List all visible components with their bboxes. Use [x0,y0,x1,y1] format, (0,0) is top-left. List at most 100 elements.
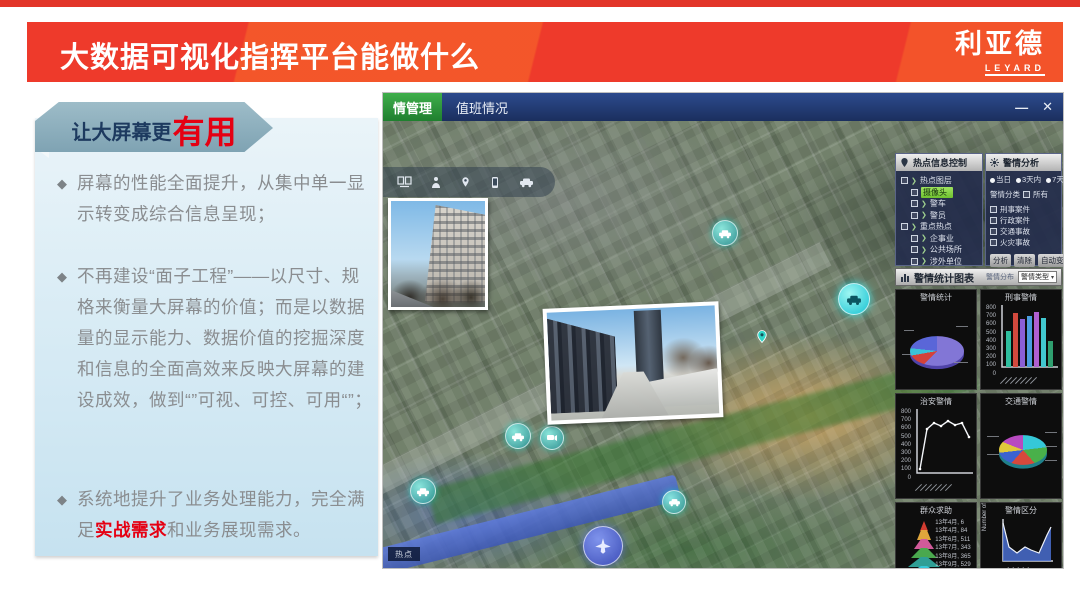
slide-title-bar: 大数据可视化指挥平台能做什么 利亚德 LEYARD [27,22,1063,82]
radio-label: 当日 [996,175,1011,184]
chart-tile-public-assistance[interactable]: 群众求助 13年4月, 6 13年4月, 84 13年6月, 511 13年7月… [895,502,977,568]
tree-item-foreign-units[interactable]: ❯涉外单位 [901,256,979,268]
gis-app-window: 情管理 值班情况 — ✕ [383,93,1063,568]
bar-chart-icon [900,273,910,282]
checkbox-icon[interactable] [911,235,918,242]
banner-prefix-text: 让大屏幕更 [71,118,171,148]
bullet-3-red: 实战需求 [95,520,167,540]
radio-today[interactable]: 当日 [990,174,1011,185]
alert-analysis-panel: 警情分析 当日 3天内 7天内 警情分类 所有 刑事案件 行政案件 交 [985,153,1062,266]
location-pin-icon[interactable] [460,175,471,189]
checkbox-icon[interactable] [911,258,918,265]
map-pin-marker[interactable] [756,329,768,349]
chart-tile-security-alerts[interactable]: 治安警情 800 700 600 500 400 300 200 100 0 [895,393,977,499]
leyard-logo: 利亚德 LEYARD [955,30,1045,76]
tree-label: 企事业 [930,233,954,244]
tree-label: 警员 [930,210,946,221]
chart-type-dropdown[interactable]: 警情类型 ▾ [1018,271,1057,283]
tree-item-public-places[interactable]: ❯公共场所 [901,244,979,256]
patrol-car-icon[interactable] [519,176,534,188]
street-photo-inset-center[interactable] [543,301,724,425]
analysis-panel-title: 警情分析 [1003,156,1039,169]
radio-3days[interactable]: 3天内 [1016,174,1041,185]
check-criminal-cases[interactable]: 刑事案件 [990,204,1058,215]
map-marker-highlight[interactable] [838,283,870,315]
tree-item-key-hotspots[interactable]: ❯重点热点 [901,221,979,233]
chart-tile-traffic-alerts[interactable]: 交通警情 [980,393,1062,499]
bullet-3-text: 系统地提升了业务处理能力，完全满足实战需求和业务展现需求。 [77,484,373,546]
analyze-button[interactable]: 分析 [990,254,1011,267]
auto-switch-button[interactable]: 自动变换 [1038,254,1063,267]
diamond-bullet-icon: ◆ [57,484,67,546]
bullet-item-1: ◆ 屏幕的性能全面提升，从集中单一显示转变成综合信息呈现； [57,168,387,230]
chevron-down-icon: ❯ [921,234,927,242]
check-fire-accidents[interactable]: 火灾事故 [990,237,1058,248]
map-marker-patrol-car[interactable] [505,423,531,449]
chevron-down-icon: ❯ [921,211,927,219]
checkbox-icon[interactable] [901,223,908,230]
tab-duty-status-label: 值班情况 [456,98,508,117]
checkbox-icon [990,217,997,224]
map-marker-patrol-car[interactable] [712,220,738,246]
y-axis-ticks: 800 700 600 500 400 300 200 100 0 [899,408,911,482]
window-controls: — ✕ [1015,93,1053,121]
tile-title: 交通警情 [981,396,1061,407]
donut-chart [999,435,1047,465]
street-photo-center-image [547,305,720,420]
charts-panel-header: 警情统计图表 警情分布 警情类型 ▾ [895,268,1062,286]
map-marker-aircraft[interactable] [583,526,623,566]
filter-label: 警情分类 [990,189,1020,200]
checkbox-icon [990,206,997,213]
close-button[interactable]: ✕ [1042,99,1053,115]
hotspot-icon [900,158,909,167]
bullet-1-text: 屏幕的性能全面提升，从集中单一显示转变成综合信息呈现； [77,168,373,230]
tab-alert-management-label: 情管理 [393,98,432,117]
line-chart [913,407,975,483]
map-marker-camera[interactable] [540,426,564,450]
checkbox-icon[interactable] [911,189,918,196]
city-3d-map[interactable]: 热点 热点信息控制 ❯热点图层 摄像头 ❯警车 ❯警员 ❯重点热点 ❯企事业 ❯… [383,121,1063,568]
tree-label: 涉外单位 [930,256,962,267]
tree-label: 摄像头 [921,187,953,198]
checkbox-icon[interactable] [901,177,908,184]
checkbox-icon[interactable] [911,212,918,219]
checkbox-icon[interactable] [1023,191,1030,198]
logo-cn-text: 利亚德 [955,30,1045,58]
tab-duty-status[interactable]: 值班情况 [442,93,522,121]
map-marker-patrol-car[interactable] [410,478,436,504]
chart-tile-criminal-alerts[interactable]: 刑事警情 800 700 600 500 400 300 200 100 0 [980,289,1062,390]
check-traffic-accidents[interactable]: 交通事故 [990,226,1058,237]
analysis-buttons: 分析 清除 自动变换 [990,254,1058,267]
tree-label: 热点图层 [920,175,952,186]
y-axis-ticks: 800 700 600 500 400 300 200 100 0 [984,304,996,378]
check-administrative-cases[interactable]: 行政案件 [990,215,1058,226]
street-photo-inset-left[interactable] [388,198,488,310]
tree-item-hotspot-layers[interactable]: ❯热点图层 [901,175,979,187]
tree-item-camera[interactable]: 摄像头 [901,187,979,199]
tree-item-enterprises[interactable]: ❯企事业 [901,233,979,245]
chart-tile-alert-breakdown[interactable]: 警情区分 Number of Books Months [980,502,1062,568]
tree-item-police-car[interactable]: ❯警车 [901,198,979,210]
filter-all-label: 所有 [1033,189,1048,200]
tile-title: 刑事警情 [981,292,1061,303]
check-label: 火灾事故 [1000,237,1030,248]
tab-alert-management[interactable]: 情管理 [383,93,442,121]
minimize-button[interactable]: — [1015,100,1028,115]
map-marker-patrol-car[interactable] [662,490,686,514]
screens-icon[interactable] [397,176,412,188]
tree-label: 重点热点 [920,221,952,232]
checkbox-icon[interactable] [911,200,918,207]
alert-category-filter: 警情分类 所有 [990,189,1058,200]
officer-icon[interactable] [430,176,442,189]
chevron-down-icon: ❯ [921,200,927,208]
hotspot-panel-header: 热点信息控制 [896,154,982,171]
tree-item-police-officer[interactable]: ❯警员 [901,210,979,222]
radio-icon [1016,178,1021,183]
radio-7days[interactable]: 7天内 [1046,174,1063,185]
phone-icon[interactable] [489,176,501,189]
chart-tile-alert-stats[interactable]: 警情统计 [895,289,977,390]
checkbox-icon[interactable] [911,246,918,253]
clear-button[interactable]: 清除 [1014,254,1035,267]
pyramid-labels: 13年4月, 6 13年4月, 84 13年6月, 511 13年7月, 343… [935,519,974,568]
bullet-panel: ◆ 屏幕的性能全面提升，从集中单一显示转变成综合信息呈现； ◆ 不再建设“面子工… [35,118,378,556]
